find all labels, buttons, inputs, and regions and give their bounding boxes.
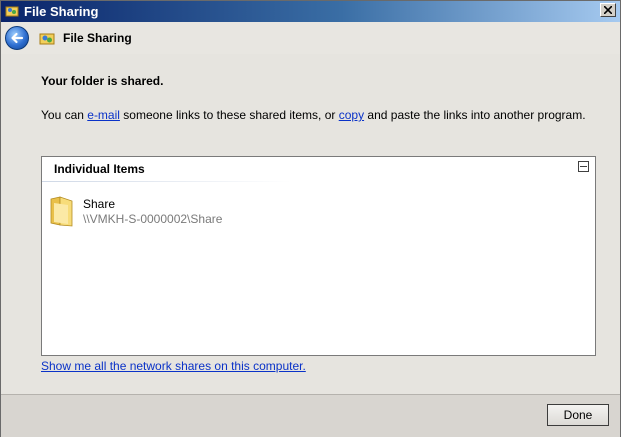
list-item[interactable]: Share \\VMKH-S-0000002\Share [48,193,268,233]
file-sharing-icon [39,33,55,45]
network-shares-link[interactable]: Show me all the network shares on this c… [41,359,306,373]
header-divider [42,181,292,182]
description-part-2: someone links to these shared items, or [119,108,339,122]
nav-title: File Sharing [63,31,132,45]
footer: Done [1,394,620,437]
title-bar: File Sharing [1,1,620,22]
folder-icon [50,196,73,227]
navigation-bar: File Sharing [1,22,620,54]
share-name: Share [83,197,116,211]
back-button[interactable] [5,26,29,50]
description-text: You can e-mail someone links to these sh… [41,108,586,122]
window-title: File Sharing [24,4,99,19]
copy-link[interactable]: copy [339,108,364,122]
collapse-button[interactable] [578,161,589,172]
page-heading: Your folder is shared. [41,74,164,88]
close-icon [604,6,612,14]
main-content: Your folder is shared. You can e-mail so… [1,54,620,394]
share-path: \\VMKH-S-0000002\Share [83,212,223,226]
individual-items-panel: Individual Items Share \\VMKH-S-0000002\… [41,156,596,356]
back-arrow-icon [11,32,24,44]
file-sharing-window: File Sharing File Sharing Your folder is… [0,0,621,437]
done-button[interactable]: Done [547,404,609,426]
email-link[interactable]: e-mail [87,108,120,122]
close-button[interactable] [600,3,616,17]
file-sharing-icon [5,6,19,17]
panel-header: Individual Items [54,162,145,176]
description-part-1: You can [41,108,88,122]
description-part-3: and paste the links into another program… [364,108,586,122]
